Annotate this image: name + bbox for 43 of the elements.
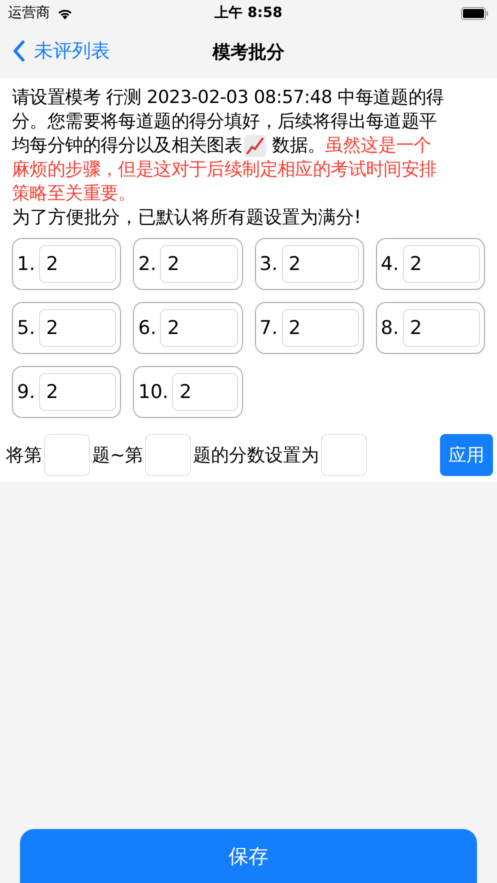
instruction-text: 数据。 — [272, 134, 326, 158]
range-label: 题~第 — [92, 444, 144, 467]
score-field[interactable]: 2 — [160, 245, 238, 283]
warning-text: 策略至关重要。 — [12, 182, 136, 206]
carrier-name: 运营商 — [8, 4, 50, 22]
instruction-text: 分。您需要将每道题的得分填好，后续将得出每道题平 — [12, 110, 437, 134]
warning-text: 虽然这是一个 — [325, 134, 432, 158]
score-field[interactable]: 2 — [402, 309, 480, 347]
score-field[interactable]: 2 — [39, 309, 116, 347]
score-field[interactable]: 2 — [172, 373, 238, 411]
score-field[interactable]: 2 — [160, 309, 238, 347]
question-number: 3. — [260, 253, 278, 275]
status-time: 上午 8:58 — [214, 4, 282, 22]
question-number: 7. — [260, 317, 278, 339]
score-field[interactable]: 2 — [282, 309, 359, 347]
start-question-field[interactable] — [44, 434, 90, 476]
apply-button[interactable]: 应用 — [440, 434, 493, 476]
score-field[interactable]: 2 — [39, 373, 116, 411]
score-field[interactable]: 2 — [402, 245, 480, 283]
screen-title: 模考批分 — [212, 41, 284, 64]
back-button[interactable]: 未评列表 — [12, 38, 110, 64]
chevron-left-icon — [12, 40, 26, 62]
question-number: 5. — [17, 317, 36, 339]
save-button[interactable]: 保存 — [20, 829, 477, 883]
range-label: 题的分数设置为 — [193, 444, 320, 467]
question-number: 2. — [138, 253, 156, 275]
question-number: 9. — [17, 381, 36, 403]
question-number: 6. — [138, 317, 156, 339]
warning-text: 麻烦的步骤，但是这对于后续制定相应的考试时间安排 — [12, 158, 437, 182]
question-number: 1. — [17, 253, 36, 275]
end-question-field[interactable] — [145, 434, 192, 476]
instruction-text: 均每分钟的得分以及相关图表 — [12, 134, 242, 158]
default-note: 为了方便批分，已默认将所有题设置为满分! — [12, 206, 362, 230]
chart-increasing-icon — [244, 135, 266, 157]
score-field[interactable]: 2 — [39, 245, 116, 283]
range-label: 将第 — [6, 444, 42, 467]
battery-icon — [460, 6, 489, 20]
score-value-field[interactable] — [321, 434, 368, 476]
question-number: 4. — [380, 253, 399, 275]
score-field[interactable]: 2 — [282, 245, 359, 283]
instruction-text: 请设置模考 行测 2023-02-03 08:57:48 中每道题的得 — [12, 86, 444, 110]
question-number: 8. — [380, 317, 399, 339]
question-number: 10. — [138, 381, 168, 403]
